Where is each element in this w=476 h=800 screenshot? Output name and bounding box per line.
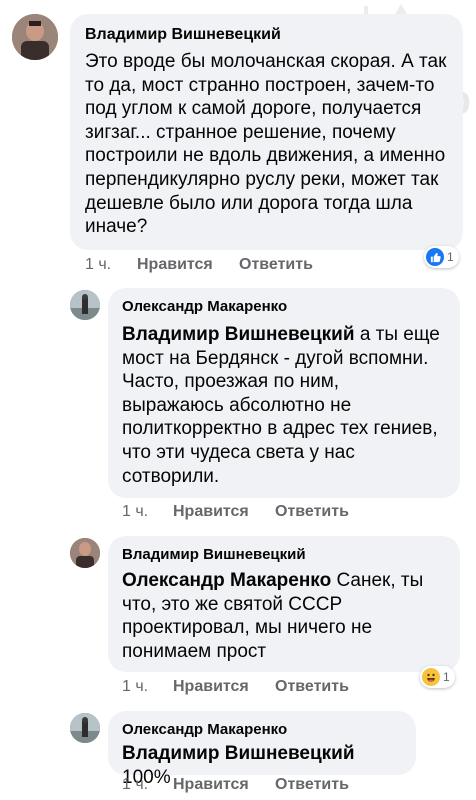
reply-button[interactable]: Ответить (275, 776, 349, 794)
mention-link[interactable]: Владимир Вишневецкий (122, 324, 355, 345)
like-button[interactable]: Нравится (137, 256, 239, 274)
reaction-count: 1 (447, 250, 454, 264)
avatar[interactable] (70, 713, 100, 743)
comment-text: Олександр Макаренко Санек, ты что, это ж… (122, 569, 446, 663)
comment-actions: 1 ч. Нравится Ответить (122, 776, 349, 794)
comment-time[interactable]: 1 ч. (85, 256, 137, 274)
haha-emoji-icon (422, 668, 440, 686)
reaction-summary[interactable]: 1 (420, 666, 455, 688)
comment-bubble: Владимир Вишневецкий Олександр Макаренко… (108, 536, 460, 672)
reply-button[interactable]: Ответить (275, 503, 349, 521)
avatar[interactable] (70, 538, 100, 568)
reaction-summary[interactable]: 1 (424, 246, 459, 268)
comment-author[interactable]: Владимир Вишневецкий (122, 546, 446, 563)
comment-body: а ты еще мост на Бердянск - дугой вспомн… (122, 324, 440, 487)
like-button[interactable]: Нравится (173, 678, 275, 696)
comment-bubble: Олександр Макаренко Владимир Вишневецкий… (108, 711, 416, 788)
avatar[interactable] (70, 290, 100, 320)
comment-text: Это вроде бы молочанская скорая. А так т… (85, 51, 447, 238)
comment-actions: 1 ч. Нравится Ответить (122, 678, 349, 696)
reply-button[interactable]: Ответить (275, 678, 349, 696)
reaction-count: 1 (443, 670, 450, 684)
comment-bubble: Олександр Макаренко Владимир Вишневецкий… (108, 288, 460, 498)
comment-text: Владимир Вишневецкий а ты еще мост на Бе… (122, 323, 446, 488)
comment-time[interactable]: 1 ч. (122, 776, 173, 794)
comment-author[interactable]: Владимир Вишневецкий (85, 26, 449, 44)
comment-actions: 1 ч. Нравится Ответить (85, 256, 313, 274)
comment-bubble: Владимир Вишневецкий Это вроде бы молоча… (70, 14, 463, 250)
comment-author[interactable]: Олександр Макаренко (122, 298, 446, 315)
like-button[interactable]: Нравится (173, 776, 275, 794)
reply-button[interactable]: Ответить (239, 256, 313, 274)
comment-actions: 1 ч. Нравится Ответить (122, 503, 349, 521)
comment-time[interactable]: 1 ч. (122, 678, 173, 696)
like-icon (426, 248, 444, 266)
mention-link[interactable]: Владимир Вишневецкий (122, 743, 355, 764)
avatar[interactable] (12, 14, 58, 60)
mention-link[interactable]: Олександр Макаренко (122, 570, 331, 591)
comment-author[interactable]: Олександр Макаренко (122, 721, 402, 738)
like-button[interactable]: Нравится (173, 503, 275, 521)
comment-time[interactable]: 1 ч. (122, 503, 173, 521)
